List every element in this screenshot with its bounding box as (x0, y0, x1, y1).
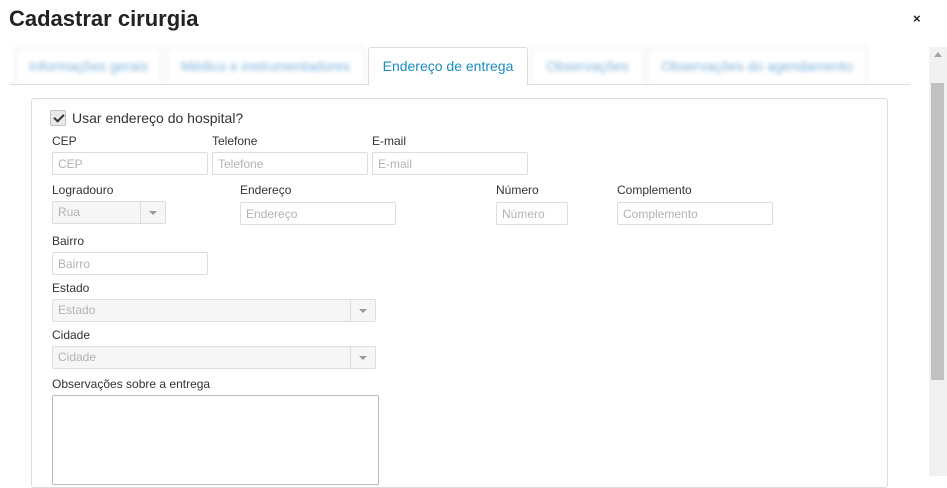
use-hospital-address-label: Usar endereço do hospital? (72, 110, 244, 126)
logradouro-select[interactable]: Rua (52, 201, 166, 224)
estado-label: Estado (52, 281, 90, 295)
cep-label: CEP (52, 134, 77, 148)
observacoes-label: Observações sobre a entrega (52, 377, 211, 391)
tab-endereco-entrega[interactable]: Endereço de entrega (368, 47, 528, 85)
modal-title: Cadastrar cirurgia (9, 6, 199, 31)
endereco-input[interactable] (240, 202, 396, 225)
chevron-down-icon (350, 300, 375, 321)
tab-observacoes-agendamento[interactable]: Observações do agendamento (647, 47, 867, 84)
scroll-up-icon[interactable] (934, 52, 942, 57)
cidade-select[interactable]: Cidade (52, 346, 376, 369)
tab-observacoes[interactable]: Observações (531, 47, 644, 84)
bairro-input[interactable] (52, 252, 208, 275)
email-label: E-mail (372, 134, 407, 148)
numero-input[interactable] (496, 202, 568, 225)
tab-informacoes-gerais[interactable]: Informações gerais (15, 47, 162, 84)
close-icon[interactable]: × (913, 11, 921, 26)
estado-selected: Estado (58, 303, 96, 317)
endereco-label: Endereço (240, 183, 292, 197)
observacoes-textarea[interactable] (52, 395, 379, 485)
logradouro-label: Logradouro (52, 183, 114, 197)
telefone-input[interactable] (212, 152, 368, 175)
cep-input[interactable] (52, 152, 208, 175)
bairro-label: Bairro (52, 234, 85, 248)
use-hospital-address-checkbox[interactable] (50, 110, 66, 126)
email-input[interactable] (372, 152, 528, 175)
chevron-down-icon (140, 202, 165, 223)
tab-medico-instrumentadores[interactable]: Médico e instrumentadores (166, 47, 365, 84)
telefone-label: Telefone (212, 134, 258, 148)
logradouro-selected: Rua (58, 205, 81, 219)
complemento-input[interactable] (617, 202, 773, 225)
scrollbar-thumb[interactable] (931, 83, 944, 380)
numero-label: Número (496, 183, 539, 197)
complemento-label: Complemento (617, 183, 692, 197)
cidade-selected: Cidade (58, 350, 97, 364)
estado-select[interactable]: Estado (52, 299, 376, 322)
cidade-label: Cidade (52, 328, 91, 342)
chevron-down-icon (350, 347, 375, 368)
